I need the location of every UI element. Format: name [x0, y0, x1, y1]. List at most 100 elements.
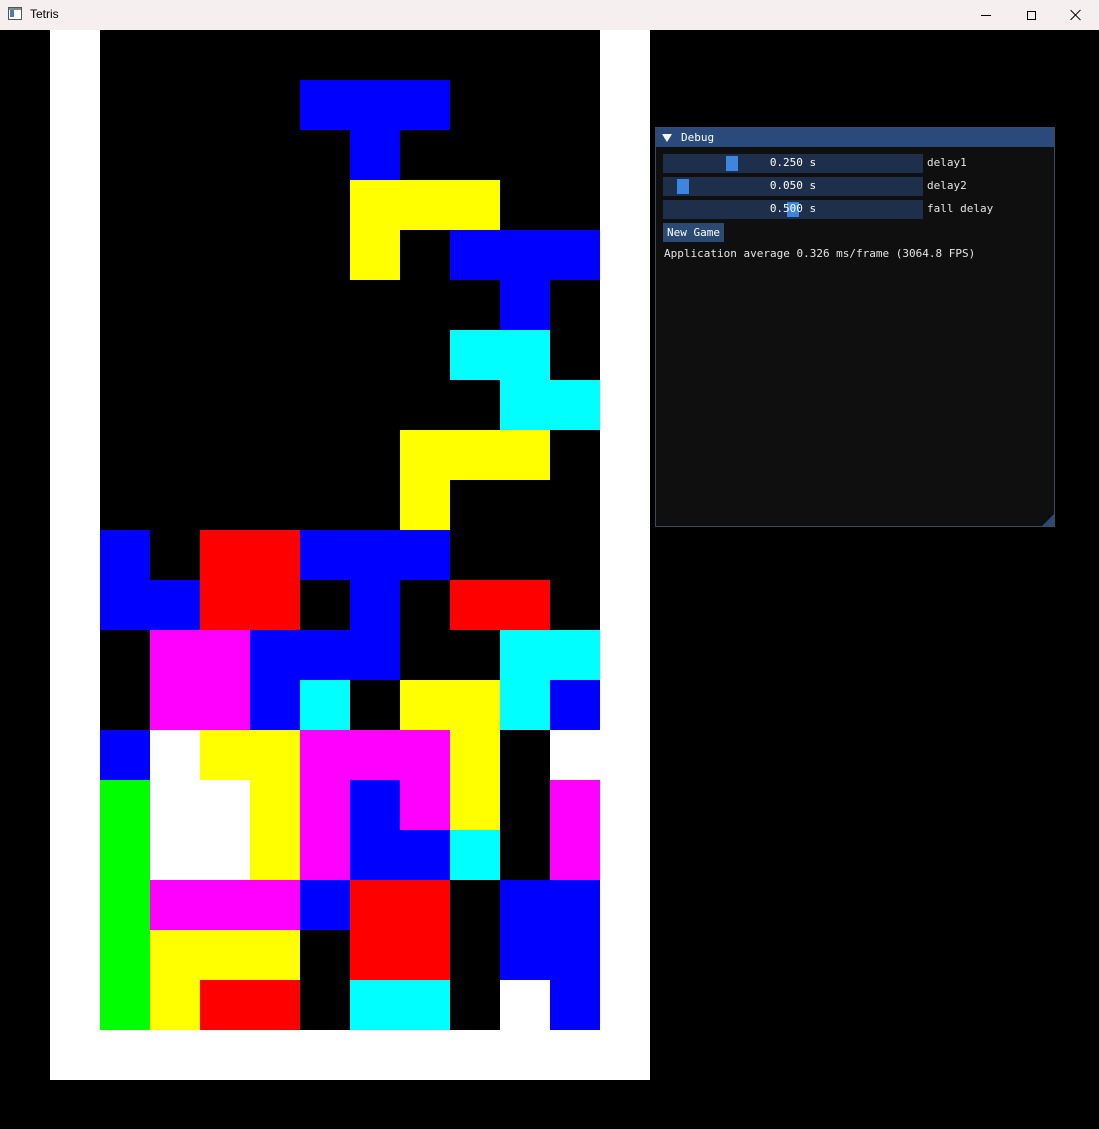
block-cell [500, 880, 550, 930]
maximize-button[interactable] [1008, 0, 1054, 30]
block-cell [100, 880, 150, 930]
block-cell [200, 730, 250, 780]
block-cell [200, 780, 250, 830]
block-cell [100, 730, 150, 780]
block-cell [300, 830, 350, 880]
block-cell [200, 930, 250, 980]
block-cell [250, 630, 300, 680]
block-cell [550, 830, 600, 880]
slider-label: delay2 [927, 179, 967, 192]
title-bar[interactable]: Tetris [0, 0, 1099, 30]
block-cell [300, 80, 350, 130]
block-cell [250, 930, 300, 980]
block-cell [350, 530, 400, 580]
block-cell [350, 980, 400, 1030]
collapse-arrow-icon[interactable] [662, 134, 672, 142]
block-cell [500, 380, 550, 430]
close-icon [1070, 9, 1082, 21]
block-cell [100, 580, 150, 630]
slider-value: 0.250 s [769, 156, 817, 169]
block-cell [250, 830, 300, 880]
block-cell [350, 830, 400, 880]
block-cell [450, 180, 500, 230]
block-cell [500, 280, 550, 330]
block-cell [200, 630, 250, 680]
block-cell [400, 80, 450, 130]
block-cell [450, 830, 500, 880]
block-cell [550, 230, 600, 280]
window-title: Tetris [30, 7, 59, 21]
block-cell [100, 930, 150, 980]
fps-readout: Application average 0.326 ms/frame (3064… [664, 247, 976, 260]
block-cell [350, 730, 400, 780]
slider-value: 0.500 s [769, 202, 817, 215]
block-cell [300, 730, 350, 780]
block-cell [150, 730, 200, 780]
block-cell [400, 930, 450, 980]
block-cell [250, 530, 300, 580]
block-cell [300, 630, 350, 680]
block-cell [550, 380, 600, 430]
block-cell [100, 530, 150, 580]
block-cell [500, 230, 550, 280]
block-cell [350, 630, 400, 680]
block-cell [500, 330, 550, 380]
block-cell [200, 530, 250, 580]
block-cell [300, 880, 350, 930]
block-cell [400, 830, 450, 880]
debug-title: Debug [681, 131, 715, 144]
block-cell [200, 680, 250, 730]
block-cell [150, 580, 200, 630]
block-cell [150, 680, 200, 730]
delay1-slider[interactable]: 0.250 s [663, 154, 923, 173]
new-game-button[interactable]: New Game [663, 223, 724, 242]
block-cell [350, 130, 400, 180]
block-cell [450, 730, 500, 780]
app-icon [8, 7, 22, 20]
debug-title-bar[interactable]: Debug [656, 128, 1054, 147]
block-cell [250, 880, 300, 930]
block-cell [400, 430, 450, 480]
minimize-button[interactable] [963, 0, 1009, 30]
block-cell [550, 730, 600, 780]
block-cell [400, 880, 450, 930]
block-cell [550, 980, 600, 1030]
block-cell [250, 780, 300, 830]
block-cell [400, 180, 450, 230]
block-cell [500, 930, 550, 980]
block-cell [200, 980, 250, 1030]
block-cell [500, 430, 550, 480]
slider-label: fall delay [927, 202, 994, 215]
block-cell [550, 630, 600, 680]
block-cell [350, 930, 400, 980]
block-cell [350, 780, 400, 830]
resize-grip-icon[interactable] [1042, 514, 1054, 526]
block-cell [500, 980, 550, 1030]
close-button[interactable] [1053, 0, 1099, 30]
block-cell [550, 930, 600, 980]
fall-delay-slider[interactable]: 0.500 s [663, 200, 923, 219]
block-cell [450, 230, 500, 280]
delay2-slider[interactable]: 0.050 s [663, 177, 923, 196]
block-cell [150, 930, 200, 980]
block-cell [550, 880, 600, 930]
block-cell [250, 730, 300, 780]
debug-window[interactable]: Debug 0.250 s delay1 0.050 s delay2 0.50… [655, 127, 1055, 527]
block-cell [350, 80, 400, 130]
slider-label: delay1 [927, 156, 967, 169]
block-cell [300, 680, 350, 730]
minimize-icon [981, 14, 991, 16]
block-cell [150, 830, 200, 880]
maximize-icon [1026, 10, 1036, 20]
block-cell [200, 580, 250, 630]
block-cell [100, 780, 150, 830]
block-cell [250, 980, 300, 1030]
block-cell [350, 580, 400, 630]
block-cell [300, 530, 350, 580]
block-cell [150, 880, 200, 930]
block-cell [350, 180, 400, 230]
block-cell [400, 980, 450, 1030]
block-cell [450, 580, 500, 630]
block-cell [500, 680, 550, 730]
block-cell [500, 580, 550, 630]
